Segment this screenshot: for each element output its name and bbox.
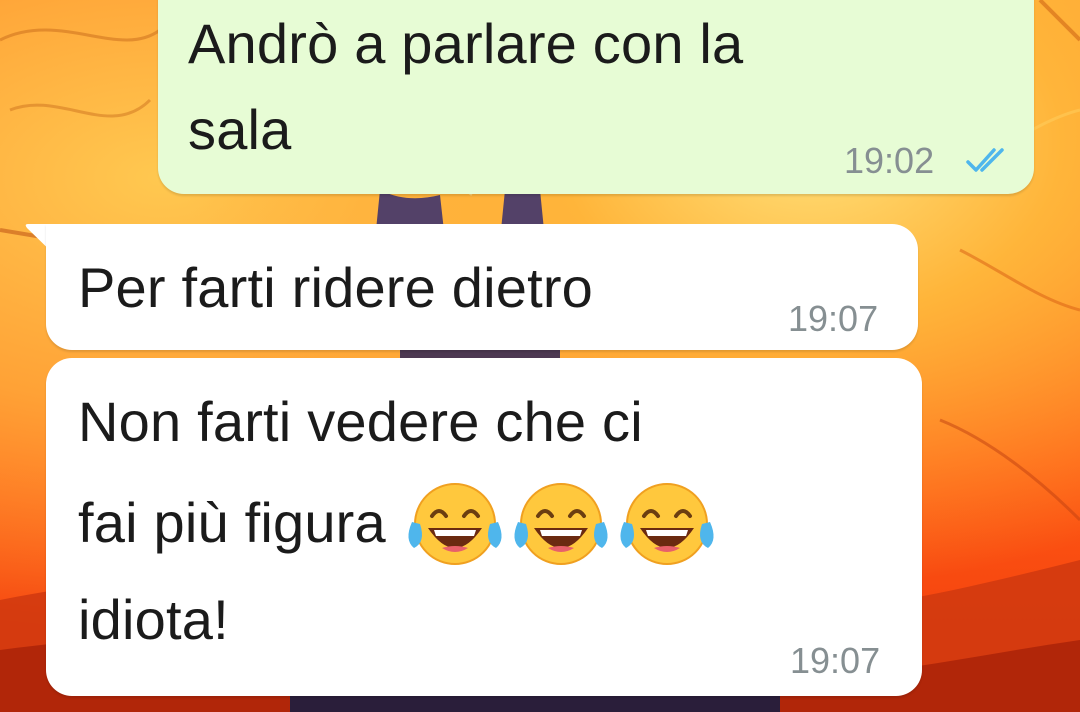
incoming-message-bubble[interactable]: Per farti ridere dietro 19:07 (46, 224, 918, 350)
message-timestamp: 19:07 (788, 298, 879, 339)
message-text: idiota! (78, 588, 229, 651)
face-with-tears-of-joy-icon (408, 483, 502, 565)
message-timestamp: 19:02 (844, 140, 935, 181)
double-check-read-icon (966, 148, 1004, 172)
outgoing-message-bubble[interactable]: Andrò a parlare con la sala 19:02 (158, 0, 1034, 194)
message-text: sala (188, 98, 292, 161)
incoming-message-bubble[interactable]: Non farti vedere che ci fai più figura i… (46, 358, 922, 696)
message-text: Andrò a parlare con la (188, 12, 744, 75)
message-text: Per farti ridere dietro (78, 256, 594, 319)
message-text: Non farti vedere che ci (78, 390, 643, 453)
emoji-group (402, 482, 720, 572)
message-text: fai più figura (78, 490, 386, 554)
message-timestamp: 19:07 (790, 640, 881, 681)
face-with-tears-of-joy-icon (514, 483, 608, 565)
message-text-with-emoji: fai più figura (78, 482, 720, 572)
face-with-tears-of-joy-icon (620, 483, 714, 565)
